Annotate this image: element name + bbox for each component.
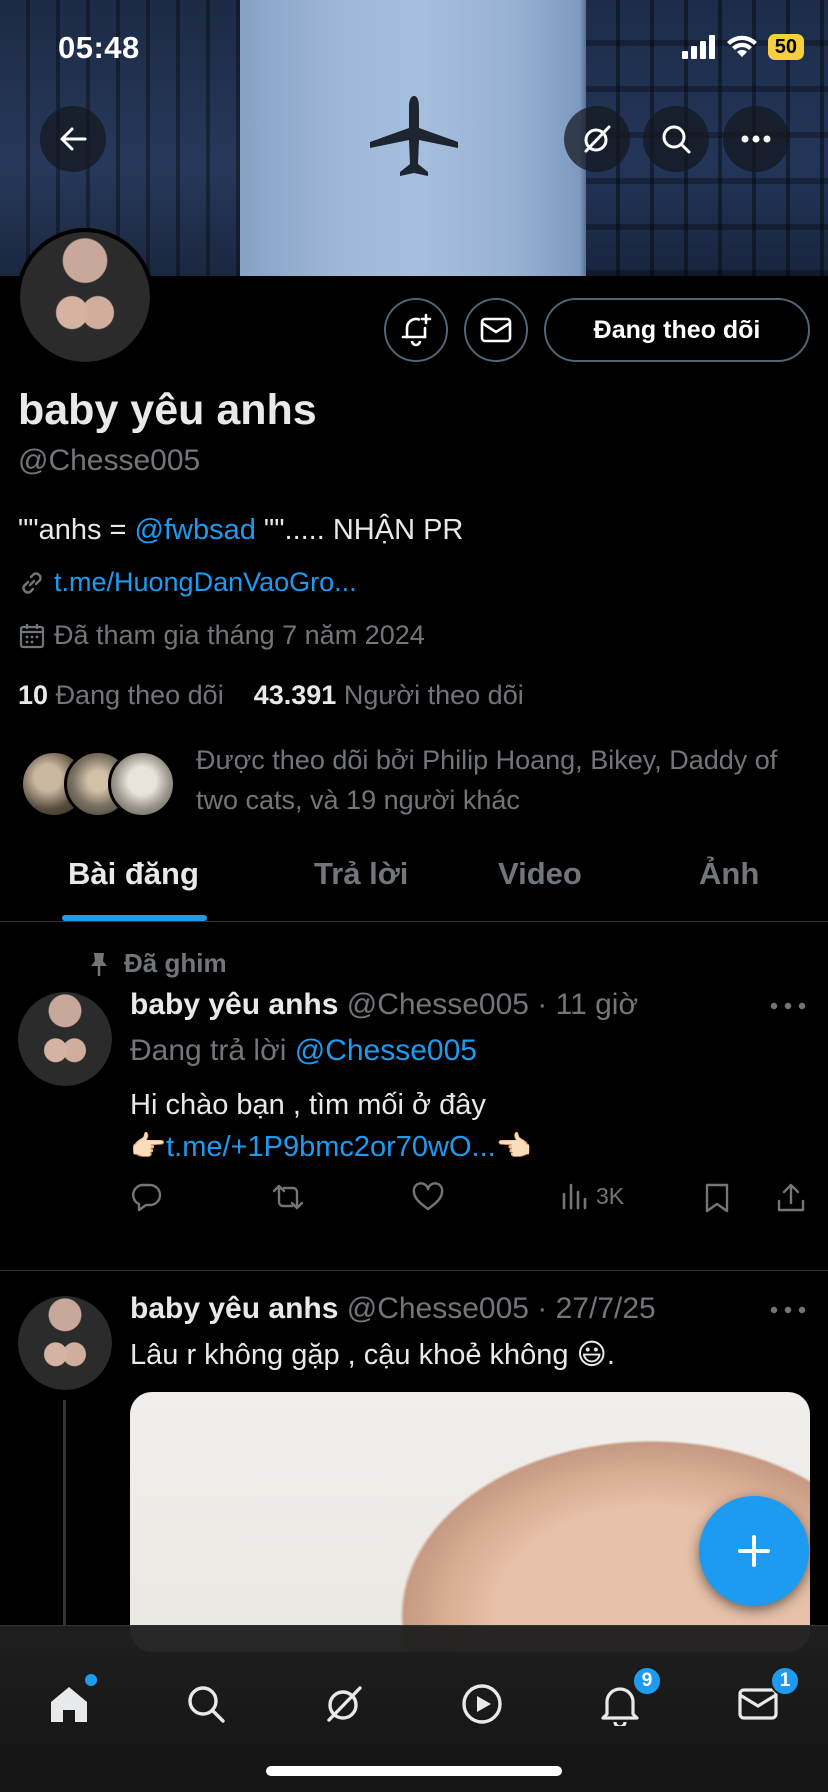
grok-icon [584,125,611,153]
pinned-label: Đã ghim [124,948,227,978]
search-button[interactable] [643,106,709,172]
back-button[interactable] [40,106,106,172]
repost-icon [272,1184,304,1210]
tab-replies[interactable]: Trả lời [314,856,408,892]
following-stat[interactable]: 10 Đang theo dõi [18,680,224,710]
tab-active-indicator [62,915,207,921]
envelope-icon [480,317,512,343]
post-text: Lâu r không gặp , cậu khoẻ không 😃. [130,1339,615,1371]
status-time: 05:48 [58,30,140,65]
bio-text-prefix: ""anhs = [18,514,135,546]
bookmark-icon [705,1183,729,1213]
reply-icon [132,1183,162,1212]
views-button[interactable]: 3K [560,1182,624,1210]
nav-search[interactable] [178,1676,234,1732]
repost-button[interactable] [270,1182,306,1212]
post-header: baby yêu anhs @Chesse005 · 11 giờ [130,988,638,1022]
link-icon [22,571,42,594]
profile-joined-date: Đã tham gia tháng 7 năm 2024 [54,620,425,650]
home-indicator [266,1766,562,1776]
home-unread-dot [85,1674,97,1686]
profile-tabs: Bài đăng Trả lời Video Ảnh [0,836,828,922]
notifications-badge: 9 [632,1666,662,1696]
grok-icon [327,1686,362,1722]
post-author-meta: @Chesse005 · 11 giờ [346,988,639,1021]
replying-to-link[interactable]: @Chesse005 [295,1034,477,1067]
nav-home[interactable] [41,1674,97,1732]
calendar-icon [19,623,45,648]
post-text: Hi chào bạn , tìm mối ở đây 👉🏻t.me/+1P9b… [130,1084,532,1168]
messages-badge: 1 [770,1666,800,1696]
like-button[interactable] [412,1182,444,1212]
envelope-icon [738,1688,778,1720]
heart-icon [412,1182,444,1211]
post-link-line: 👉🏻t.me/+1P9bmc2or70wO...👈🏻 [130,1131,532,1163]
replying-to: Đang trả lời @Chesse005 [130,1034,477,1067]
play-circle-icon [462,1684,502,1724]
post-divider [0,1270,828,1271]
bell-plus-icon [401,313,432,347]
compose-post-button[interactable] [699,1496,809,1606]
grok-button[interactable] [564,106,630,172]
mutual-followers-avatars[interactable] [20,750,180,820]
followers-stat[interactable]: 43.391 Người theo dõi [254,680,524,710]
share-icon [777,1183,805,1212]
pin-icon [91,952,107,976]
nav-grok[interactable] [316,1676,372,1732]
followed-by-text[interactable]: Được theo dõi bởi Philip Hoang, Bikey, D… [196,740,816,820]
status-icons: 50 [681,34,804,60]
home-icon [51,1687,87,1722]
post-actions: 3K [130,1182,810,1222]
tab-video[interactable]: Video [498,856,582,892]
more-options-button[interactable] [723,106,789,172]
reply-button[interactable] [130,1182,162,1212]
profile-stats: 10 Đang theo dõi 43.391 Người theo dõi [18,680,524,711]
tab-photos[interactable]: Ảnh [699,856,759,892]
cellular-signal-icon [681,35,715,59]
following-button[interactable]: Đang theo dõi [544,298,810,362]
thread-line [63,1400,66,1625]
share-button[interactable] [776,1182,806,1214]
tab-posts[interactable]: Bài đăng [68,856,199,892]
views-chart-icon [562,1183,587,1210]
profile-website-link[interactable]: t.me/HuongDanVaoGro... [54,567,357,598]
nav-notifications[interactable]: 9 [592,1666,662,1732]
more-horizontal-icon [741,135,771,143]
views-count: 3K [596,1182,625,1209]
profile-bio: ""anhs = @fwbsad ""..... NHẬN PR [18,514,463,547]
back-arrow-icon [60,127,87,151]
message-button[interactable] [464,298,528,362]
mutual-follower-avatar [108,750,176,818]
post-author-meta: @Chesse005 · 27/7/25 [346,1292,656,1325]
search-icon [188,1686,225,1723]
post-author-name[interactable]: baby yêu anhs [130,988,338,1021]
bio-mention-link[interactable]: @fwbsad [135,514,256,546]
notify-button[interactable] [384,298,448,362]
bookmark-button[interactable] [704,1182,730,1214]
post-header: baby yêu anhs @Chesse005 · 27/7/25 [130,1292,656,1326]
bio-text-suffix: ""..... NHẬN PR [255,514,464,546]
nav-video[interactable] [454,1676,510,1732]
wifi-icon [726,35,757,57]
plus-icon [738,1535,770,1567]
post-avatar[interactable] [18,992,112,1086]
post-avatar[interactable] [18,1296,112,1390]
battery-indicator: 50 [767,34,804,60]
airplane-icon [370,96,458,176]
pinned-label-row: Đã ghim [88,948,227,979]
profile-handle: @Chesse005 [18,444,201,477]
profile-avatar[interactable] [16,228,154,366]
post-more-icon[interactable] [768,1300,808,1320]
profile-joined-row: Đã tham gia tháng 7 năm 2024 [18,620,425,651]
post-author-name[interactable]: baby yêu anhs [130,1292,338,1325]
post-more-icon[interactable] [768,996,808,1016]
profile-display-name: baby yêu anhs [18,386,317,434]
profile-link-row: t.me/HuongDanVaoGro... [18,567,357,598]
post-external-link[interactable]: t.me/+1P9bmc2or70wO... [166,1131,496,1163]
search-icon [662,125,691,154]
nav-messages[interactable]: 1 [730,1666,800,1732]
